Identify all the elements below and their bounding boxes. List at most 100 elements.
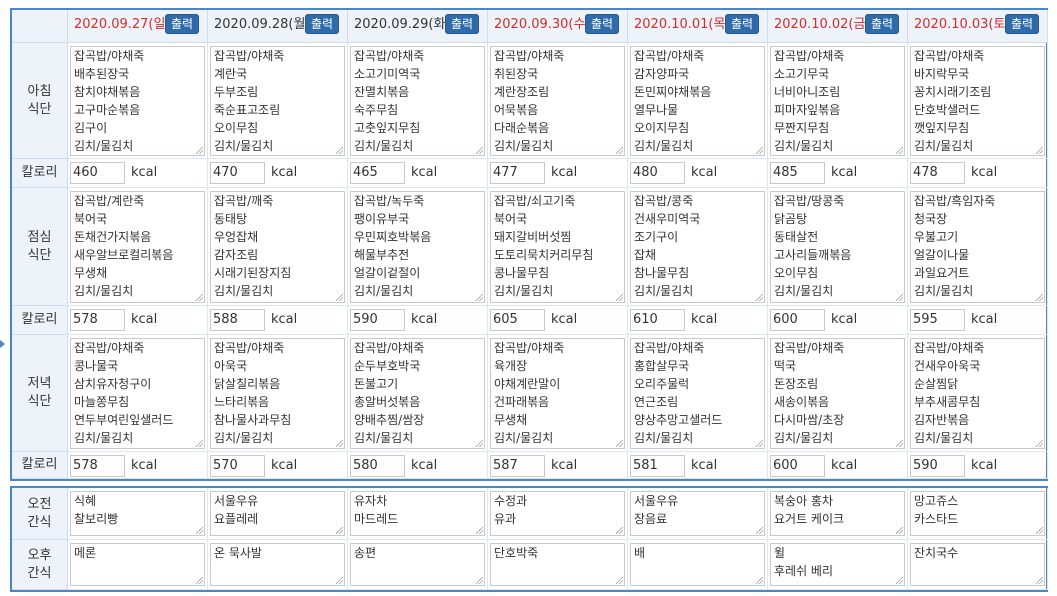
print-button[interactable]: 출력 bbox=[165, 14, 200, 34]
am_snack-field[interactable]: 복숭아 홍차 요거트 케이크 bbox=[770, 491, 905, 536]
breakfast-cell: 잡곡밥/야채죽 바지락무국 꽁치시래기조림 단호박샐러드 깻잎지무침 김치/물김… bbox=[908, 43, 1048, 159]
calorie-input[interactable]: 480 bbox=[630, 162, 685, 184]
kcal-unit: kcal bbox=[691, 312, 718, 327]
breakfast-menu-field[interactable]: 잡곡밥/야채죽 소고기미역국 잔멸치볶음 숙주무침 고춧잎지무침 김치/물김치 bbox=[350, 46, 485, 156]
calorie-input[interactable]: 478 bbox=[910, 162, 965, 184]
dinner-cell: 잡곡밥/야채죽 떡국 돈장조림 새송이볶음 다시마쌈/초장 김치/물김치 bbox=[768, 335, 908, 452]
calorie-input[interactable]: 600 bbox=[770, 455, 825, 477]
pm_snack-field[interactable]: 배 bbox=[630, 543, 765, 586]
dinner-menu-field[interactable]: 잡곡밥/야채죽 콩나물국 삼치유자청구이 마늘쫑무침 연두부여린잎샐러드 김치/… bbox=[70, 338, 205, 449]
pm_snack-field[interactable]: 송편 bbox=[350, 543, 485, 586]
print-button[interactable]: 출력 bbox=[725, 14, 760, 34]
lunch-menu-field[interactable]: 잡곡밥/콩죽 건새우미역국 조기구이 잡채 참나물무침 김치/물김치 bbox=[630, 191, 765, 303]
pm_snack-field[interactable]: 단호박죽 bbox=[490, 543, 625, 586]
dinner-cell: 잡곡밥/야채죽 순두부호박국 돈불고기 총알버섯볶음 양배추찜/쌈장 김치/물김… bbox=[348, 335, 488, 452]
calorie-input[interactable]: 570 bbox=[210, 455, 265, 477]
print-button[interactable]: 출력 bbox=[445, 14, 480, 34]
dinner-menu-field[interactable]: 잡곡밥/야채죽 건새우아욱국 순살찜닭 부추새콤무침 김자반볶음 김치/물김치 bbox=[910, 338, 1045, 449]
breakfast-cell: 잡곡밥/야채죽 취된장국 계란장조림 어묵볶음 다래순볶음 김치/물김치 bbox=[488, 43, 628, 159]
calorie-input[interactable]: 610 bbox=[630, 309, 685, 331]
calorie-cell: 578 kcal bbox=[68, 306, 208, 335]
am_snack-field[interactable]: 서울우유 요플레레 bbox=[210, 491, 345, 536]
breakfast-menu-field[interactable]: 잡곡밥/야채죽 배추된장국 참치야채볶음 고구마순볶음 김구이 김치/물김치 bbox=[70, 46, 205, 156]
lunch-menu-field[interactable]: 잡곡밥/녹두죽 팽이유부국 우민찌호박볶음 해물부추전 얼갈이겉절이 김치/물김… bbox=[350, 191, 485, 303]
dinner-menu-field[interactable]: 잡곡밥/야채죽 육개장 야채계란말이 건파래볶음 무생채 김치/물김치 bbox=[490, 338, 625, 449]
kcal-unit: kcal bbox=[271, 312, 298, 327]
breakfast-menu-field[interactable]: 잡곡밥/야채죽 바지락무국 꽁치시래기조림 단호박샐러드 깻잎지무침 김치/물김… bbox=[910, 46, 1045, 156]
am_snack-field[interactable]: 서울우유 장음료 bbox=[630, 491, 765, 536]
day-header: 2020.09.27(일) 출력 bbox=[68, 10, 208, 43]
breakfast-menu-field[interactable]: 잡곡밥/야채죽 소고기무국 너비아니조림 피마자잎볶음 무짠지무침 김치/물김치 bbox=[770, 46, 905, 156]
breakfast-menu-field[interactable]: 잡곡밥/야채죽 취된장국 계란장조림 어묵볶음 다래순볶음 김치/물김치 bbox=[490, 46, 625, 156]
dinner-menu-field[interactable]: 잡곡밥/야채죽 아욱국 닭살칠리볶음 느타리볶음 참나물사과무침 김치/물김치 bbox=[210, 338, 345, 449]
breakfast-cell: 잡곡밥/야채죽 감자양파국 돈민찌야채볶음 열무나물 오이지무침 김치/물김치 bbox=[628, 43, 768, 159]
kcal-unit: kcal bbox=[271, 165, 298, 180]
breakfast-menu-field[interactable]: 잡곡밥/야채죽 감자양파국 돈민찌야채볶음 열무나물 오이지무침 김치/물김치 bbox=[630, 46, 765, 156]
lunch-menu-field[interactable]: 잡곡밥/땅콩죽 닭곰탕 동태살전 고사리들깨볶음 오이무침 김치/물김치 bbox=[770, 191, 905, 303]
kcal-unit: kcal bbox=[691, 165, 718, 180]
kcal-unit: kcal bbox=[971, 458, 998, 473]
kcal-unit: kcal bbox=[831, 165, 858, 180]
calorie-input[interactable]: 588 bbox=[210, 309, 265, 331]
breakfast-cell: 잡곡밥/야채죽 계란국 두부조림 죽순표고조림 오이무침 김치/물김치 bbox=[208, 43, 348, 159]
calorie-input[interactable]: 578 bbox=[70, 455, 125, 477]
lunch-menu-field[interactable]: 잡곡밥/흑임자죽 청국장 우불고기 얼갈이나물 과일요거트 김치/물김치 bbox=[910, 191, 1045, 303]
pm_snack-field[interactable]: 윌 후레쉬 베리 bbox=[770, 543, 905, 586]
calorie-label: 칼로리 bbox=[12, 452, 68, 479]
calorie-input[interactable]: 605 bbox=[490, 309, 545, 331]
dinner-label: 저녁 식단 bbox=[12, 335, 68, 452]
am_snack-field[interactable]: 식혜 찰보리빵 bbox=[70, 491, 205, 536]
day-header: 2020.10.01(목) 출력 bbox=[628, 10, 768, 43]
day-header: 2020.09.30(수) 출력 bbox=[488, 10, 628, 43]
calorie-cell: 588 kcal bbox=[208, 306, 348, 335]
calorie-input[interactable]: 580 bbox=[350, 455, 405, 477]
dinner-menu-field[interactable]: 잡곡밥/야채죽 떡국 돈장조림 새송이볶음 다시마쌈/초장 김치/물김치 bbox=[770, 338, 905, 449]
pm_snack-cell: 송편 bbox=[348, 540, 488, 590]
pm_snack-field[interactable]: 온 묵사발 bbox=[210, 543, 345, 586]
print-button[interactable]: 출력 bbox=[305, 14, 340, 34]
calorie-input[interactable]: 581 bbox=[630, 455, 685, 477]
print-button[interactable]: 출력 bbox=[1005, 14, 1040, 34]
calorie-label: 칼로리 bbox=[12, 306, 68, 335]
dinner-menu-field[interactable]: 잡곡밥/야채죽 홍합살무국 오리주물럭 연근조림 양상추망고샐러드 김치/물김치 bbox=[630, 338, 765, 449]
calorie-cell: 605 kcal bbox=[488, 306, 628, 335]
am_snack-cell: 서울우유 요플레레 bbox=[208, 488, 348, 540]
dinner-menu-field[interactable]: 잡곡밥/야채죽 순두부호박국 돈불고기 총알버섯볶음 양배추찜/쌈장 김치/물김… bbox=[350, 338, 485, 449]
kcal-unit: kcal bbox=[551, 165, 578, 180]
calorie-input[interactable]: 460 bbox=[70, 162, 125, 184]
am_snack-field[interactable]: 망고쥬스 카스타드 bbox=[910, 491, 1045, 536]
breakfast-menu-field[interactable]: 잡곡밥/야채죽 계란국 두부조림 죽순표고조림 오이무침 김치/물김치 bbox=[210, 46, 345, 156]
kcal-unit: kcal bbox=[831, 458, 858, 473]
calorie-cell: 485 kcal bbox=[768, 159, 908, 188]
calorie-input[interactable]: 578 bbox=[70, 309, 125, 331]
calorie-input[interactable]: 600 bbox=[770, 309, 825, 331]
am_snack-field[interactable]: 수정과 유과 bbox=[490, 491, 625, 536]
calorie-cell: 470 kcal bbox=[208, 159, 348, 188]
lunch-cell: 잡곡밥/계란죽 북어국 돈채건가지볶음 새우알브로컬리볶음 무생채 김치/물김치 bbox=[68, 188, 208, 306]
calorie-input[interactable]: 470 bbox=[210, 162, 265, 184]
lunch-menu-field[interactable]: 잡곡밥/계란죽 북어국 돈채건가지볶음 새우알브로컬리볶음 무생채 김치/물김치 bbox=[70, 191, 205, 303]
date-label: 2020.09.28(월) bbox=[214, 17, 311, 32]
calorie-input[interactable]: 590 bbox=[910, 455, 965, 477]
calorie-input[interactable]: 587 bbox=[490, 455, 545, 477]
calorie-cell: 587 kcal bbox=[488, 452, 628, 479]
calorie-input[interactable]: 595 bbox=[910, 309, 965, 331]
calorie-input[interactable]: 477 bbox=[490, 162, 545, 184]
calorie-input[interactable]: 485 bbox=[770, 162, 825, 184]
lunch-menu-field[interactable]: 잡곡밥/쇠고기죽 북어국 돼지갈비버섯찜 도토리묵치커리무침 콩나물무침 김치/… bbox=[490, 191, 625, 303]
am_snack-field[interactable]: 유자차 마드레드 bbox=[350, 491, 485, 536]
pm_snack-cell: 메론 bbox=[68, 540, 208, 590]
corner-cell bbox=[12, 10, 68, 43]
calorie-cell: 595 kcal bbox=[908, 306, 1048, 335]
pm_snack-field[interactable]: 메론 bbox=[70, 543, 205, 586]
lunch-cell: 잡곡밥/땅콩죽 닭곰탕 동태살전 고사리들깨볶음 오이무침 김치/물김치 bbox=[768, 188, 908, 306]
pm_snack-field[interactable]: 잔치국수 bbox=[910, 543, 1045, 586]
print-button[interactable]: 출력 bbox=[585, 14, 620, 34]
day-header: 2020.09.29(화) 출력 bbox=[348, 10, 488, 43]
calorie-cell: 578 kcal bbox=[68, 452, 208, 479]
print-button[interactable]: 출력 bbox=[865, 14, 900, 34]
lunch-cell: 잡곡밥/쇠고기죽 북어국 돼지갈비버섯찜 도토리묵치커리무침 콩나물무침 김치/… bbox=[488, 188, 628, 306]
calorie-input[interactable]: 590 bbox=[350, 309, 405, 331]
calorie-input[interactable]: 465 bbox=[350, 162, 405, 184]
lunch-menu-field[interactable]: 잡곡밥/깨죽 동태탕 우엉잡채 감자조림 시래기된장지짐 김치/물김치 bbox=[210, 191, 345, 303]
